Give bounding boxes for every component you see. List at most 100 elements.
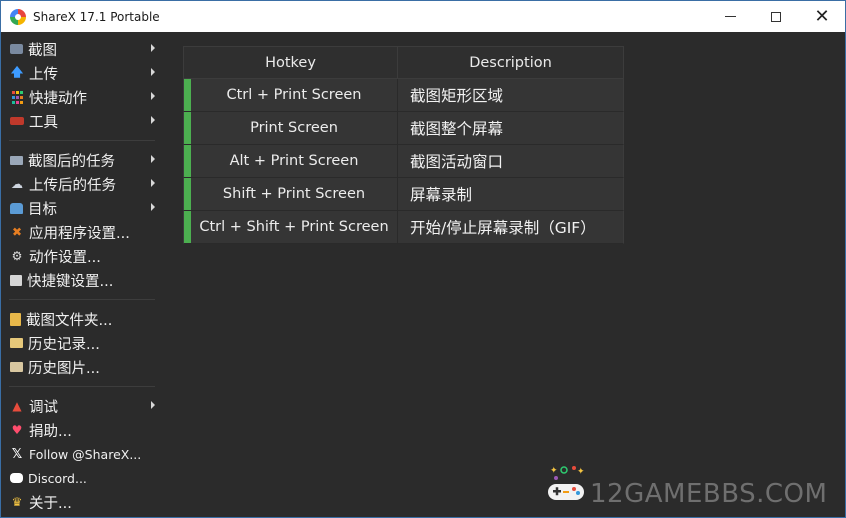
maximize-button[interactable] [753, 1, 799, 32]
tools-icon [10, 117, 24, 125]
menu-item-tools[interactable]: 工具 [1, 109, 163, 133]
capture-icon [10, 44, 23, 54]
hotkey-description: 截图活动窗口 [410, 153, 504, 171]
menu-separator [1, 292, 163, 307]
title-bar[interactable]: ShareX 17.1 Portable ✕ [1, 1, 845, 32]
hotkey-status-indicator [184, 178, 191, 210]
menu-item-after-upload-tasks[interactable]: ☁ 上传后的任务 [1, 172, 163, 196]
menu-item-label: 截图 [28, 42, 57, 59]
menu-item-task-settings[interactable]: ⚙ 动作设置... [1, 244, 163, 268]
upload-icon: 🡅 [10, 64, 24, 79]
menu-item-label: 应用程序设置... [29, 225, 130, 242]
menu-item-label: 历史记录... [28, 336, 100, 353]
menu-item-discord[interactable]: Discord... [1, 466, 163, 490]
close-button[interactable]: ✕ [799, 1, 845, 32]
minimize-button[interactable] [707, 1, 753, 32]
crown-icon: ♛ [11, 495, 23, 509]
gear-icon: ⚙ [11, 249, 23, 263]
menu-item-label: 上传 [29, 66, 58, 83]
menu-item-application-settings[interactable]: ✖ 应用程序设置... [1, 220, 163, 244]
menu-item-upload[interactable]: 🡅 上传 [1, 61, 163, 85]
hotkey-description: 截图整个屏幕 [410, 120, 504, 138]
hotkey-description: 截图矩形区域 [410, 87, 504, 105]
svg-text:✦: ✦ [550, 466, 558, 476]
hotkey-keys: Alt + Print Screen [191, 145, 398, 177]
submenu-arrow-icon [151, 203, 155, 211]
menu-item-label: 上传后的任务 [29, 177, 116, 194]
sharex-window: ShareX 17.1 Portable ✕ 截图 🡅 上传 快捷动作 工具 截… [0, 0, 846, 518]
menu-item-quick-actions[interactable]: 快捷动作 [1, 85, 163, 109]
menu-separator [1, 133, 163, 148]
discord-icon [10, 473, 23, 483]
window-title: ShareX 17.1 Portable [33, 9, 160, 24]
hotkey-row[interactable]: Alt + Print Screen 截图活动窗口 [183, 145, 624, 178]
menu-item-label: 调试 [29, 399, 58, 416]
submenu-arrow-icon [151, 44, 155, 52]
destination-icon [10, 202, 23, 214]
hotkey-table-header: Hotkey Description [183, 46, 624, 79]
hotkey-row[interactable]: Ctrl + Shift + Print Screen 开始/停止屏幕录制（GI… [183, 211, 624, 244]
hotkey-row[interactable]: Print Screen 截图整个屏幕 [183, 112, 624, 145]
hotkey-row[interactable]: Shift + Print Screen 屏幕录制 [183, 178, 624, 211]
heart-icon: ♥ [11, 423, 23, 437]
hotkey-description: 开始/停止屏幕录制（GIF） [410, 219, 596, 237]
image-history-icon [10, 362, 23, 372]
window-controls: ✕ [707, 1, 845, 32]
main-menu: 截图 🡅 上传 快捷动作 工具 截图后的任务 ☁ 上传后的任务 目标 ✖ 应用程… [1, 32, 163, 517]
hotkey-status-indicator [184, 145, 191, 177]
hotkey-keys: Print Screen [191, 112, 398, 144]
submenu-arrow-icon [151, 68, 155, 76]
menu-item-destinations[interactable]: 目标 [1, 196, 163, 220]
submenu-arrow-icon [151, 155, 155, 163]
menu-item-label: 工具 [29, 114, 58, 131]
menu-item-label: 快捷键设置... [27, 273, 114, 290]
hotkey-description: 屏幕录制 [410, 186, 473, 204]
submenu-arrow-icon [151, 179, 155, 187]
menu-item-follow-x[interactable]: 𝕏 Follow @ShareX... [1, 442, 163, 466]
menu-item-label: 目标 [28, 201, 57, 218]
wrench-icon: ✖ [11, 225, 23, 239]
menu-item-after-capture-tasks[interactable]: 截图后的任务 [1, 148, 163, 172]
menu-item-debug[interactable]: ▲ 调试 [1, 394, 163, 418]
menu-item-about[interactable]: ♛ 关于... [1, 490, 163, 514]
menu-item-label: 关于... [29, 495, 72, 512]
menu-item-screenshots-folder[interactable]: 截图文件夹... [1, 307, 163, 331]
watermark: ✦ ✦ 12GAMEBBS.COM [546, 464, 841, 514]
hotkey-table: Hotkey Description Ctrl + Print Screen 截… [183, 46, 624, 244]
menu-item-donate[interactable]: ♥ 捐助... [1, 418, 163, 442]
hotkey-keys: Shift + Print Screen [191, 178, 398, 210]
gamepad-icon: ✦ ✦ [548, 466, 585, 500]
after-capture-icon [10, 155, 23, 165]
menu-item-label: Discord... [28, 470, 87, 486]
watermark-text: 12GAMEBBS.COM [590, 479, 828, 509]
minimize-icon [724, 16, 736, 17]
hotkey-row[interactable]: Ctrl + Print Screen 截图矩形区域 [183, 79, 624, 112]
menu-item-hotkey-settings[interactable]: 快捷键设置... [1, 268, 163, 292]
after-upload-icon: ☁ [11, 177, 23, 191]
sharex-logo-icon [10, 8, 26, 25]
keyboard-icon [10, 274, 22, 286]
folder-icon [10, 312, 21, 326]
svg-text:✦: ✦ [577, 467, 585, 477]
menu-item-label: 动作设置... [29, 249, 101, 266]
menu-item-label: 截图后的任务 [28, 153, 115, 170]
menu-item-history[interactable]: 历史记录... [1, 331, 163, 355]
x-logo-icon: 𝕏 [11, 446, 23, 462]
menu-item-label: 捐助... [29, 423, 72, 440]
hotkey-status-indicator [184, 79, 191, 111]
column-header-hotkey[interactable]: Hotkey [184, 47, 398, 78]
menu-separator [1, 379, 163, 394]
submenu-arrow-icon [151, 92, 155, 100]
maximize-icon [771, 11, 781, 22]
menu-item-label: Follow @ShareX... [29, 446, 142, 462]
hotkey-keys: Ctrl + Shift + Print Screen [191, 211, 398, 243]
column-header-description[interactable]: Description [398, 47, 623, 78]
history-icon [10, 338, 23, 348]
menu-item-image-history[interactable]: 历史图片... [1, 355, 163, 379]
menu-item-label: 快捷动作 [29, 90, 87, 107]
submenu-arrow-icon [151, 116, 155, 124]
debug-icon: ▲ [12, 399, 22, 413]
menu-item-capture[interactable]: 截图 [1, 37, 163, 61]
hotkey-keys: Ctrl + Print Screen [191, 79, 398, 111]
hotkey-status-indicator [184, 112, 191, 144]
